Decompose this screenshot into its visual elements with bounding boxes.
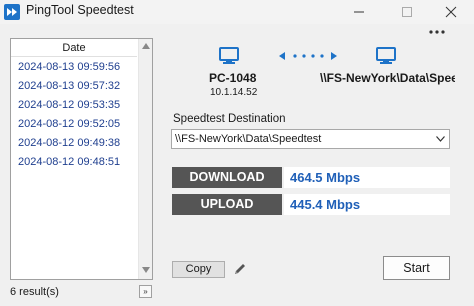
- window-title: PingTool Speedtest: [26, 3, 134, 17]
- scroll-up-icon[interactable]: [142, 43, 150, 49]
- upload-value: 445.4 Mbps: [284, 194, 450, 215]
- source-monitor-icon: [219, 47, 239, 64]
- list-item[interactable]: 2024-08-12 09:53:35: [11, 96, 137, 115]
- destination-host-name: \\FS-NewYork\Data\Speedtest: [320, 71, 455, 85]
- start-button[interactable]: Start: [383, 256, 450, 280]
- app-speed-icon: [4, 4, 20, 20]
- pencil-icon[interactable]: [232, 261, 248, 277]
- title-bar: PingTool Speedtest: [0, 0, 474, 24]
- source-host-name: PC-1048: [209, 71, 257, 85]
- list-item[interactable]: 2024-08-12 09:52:05: [11, 115, 137, 134]
- source-host-ip: 10.1.14.52: [210, 87, 258, 98]
- result-count: 6 result(s): [10, 286, 59, 298]
- download-label: DOWNLOAD: [172, 167, 282, 188]
- list-item[interactable]: 2024-08-12 09:49:38: [11, 134, 137, 153]
- list-item[interactable]: 2024-08-12 09:48:51: [11, 153, 137, 172]
- close-button[interactable]: [428, 0, 474, 24]
- destination-select[interactable]: \\FS-NewYork\Data\Speedtest: [171, 129, 450, 149]
- minimize-button[interactable]: [336, 0, 382, 24]
- results-rows: 2024-08-13 09:59:56 2024-08-13 09:57:32 …: [11, 58, 137, 172]
- list-item[interactable]: 2024-08-13 09:59:56: [11, 58, 137, 77]
- date-column-header[interactable]: Date: [11, 39, 137, 57]
- destination-select-value: \\FS-NewYork\Data\Speedtest: [175, 133, 322, 145]
- expand-button[interactable]: »: [139, 285, 152, 298]
- list-item[interactable]: 2024-08-13 09:57:32: [11, 77, 137, 96]
- upload-label: UPLOAD: [172, 194, 282, 215]
- maximize-button[interactable]: [384, 0, 430, 24]
- destination-label: Speedtest Destination: [173, 113, 286, 125]
- bidirectional-arrow-icon: [279, 52, 337, 60]
- app-window: PingTool Speedtest Date 2024-08-13 09:59…: [0, 0, 474, 306]
- list-scrollbar[interactable]: [138, 39, 152, 279]
- destination-monitor-icon: [376, 47, 396, 64]
- results-list[interactable]: Date 2024-08-13 09:59:56 2024-08-13 09:5…: [10, 38, 153, 280]
- scroll-down-icon[interactable]: [142, 267, 150, 273]
- copy-button[interactable]: Copy: [172, 261, 225, 278]
- download-value: 464.5 Mbps: [284, 167, 450, 188]
- more-options-icon[interactable]: [428, 26, 446, 38]
- chevron-down-icon[interactable]: [436, 136, 445, 142]
